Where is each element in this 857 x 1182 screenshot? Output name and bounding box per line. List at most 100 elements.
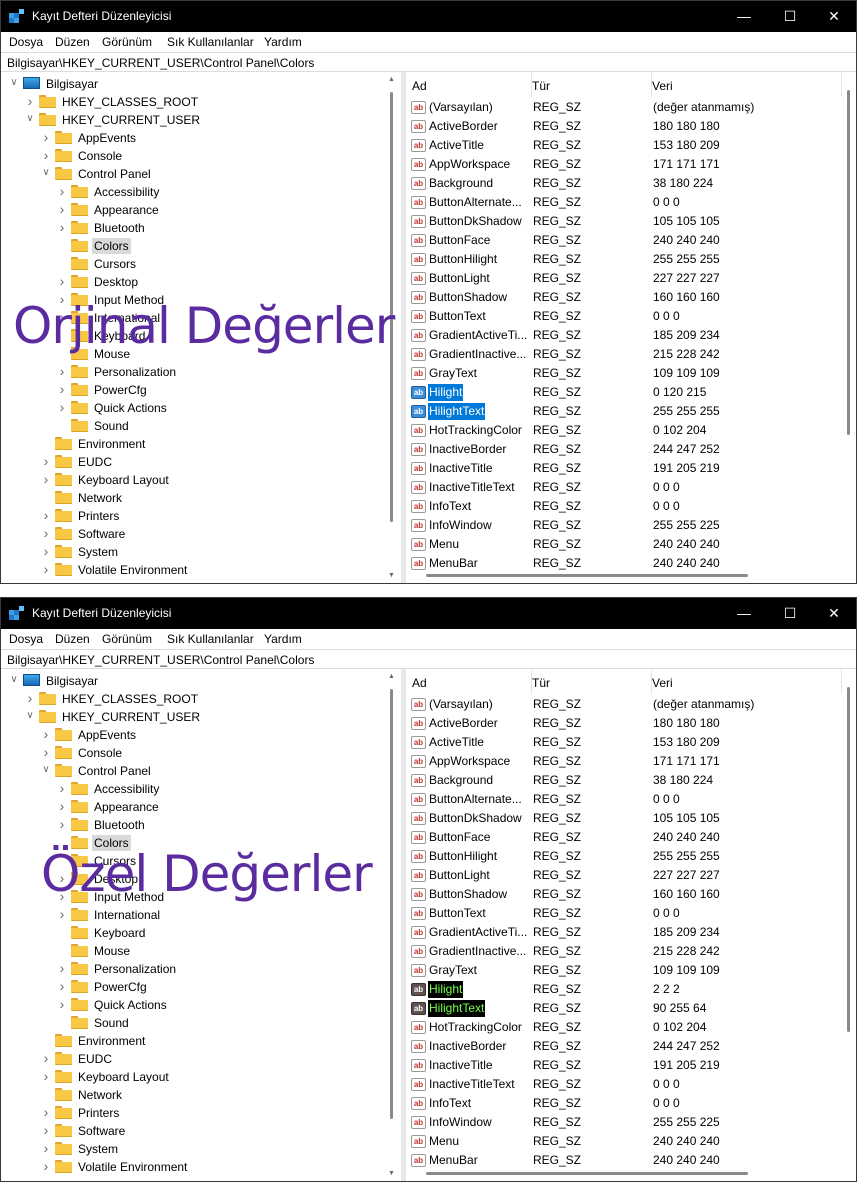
value-row[interactable]: ab ButtonFace REG_SZ 240 240 240 <box>406 231 846 250</box>
chevron-down-icon[interactable]: ∨ <box>40 764 52 776</box>
scroll-thumb[interactable] <box>847 90 850 435</box>
chevron-right-icon[interactable]: › <box>56 997 68 1011</box>
value-row[interactable]: ab GrayText REG_SZ 109 109 109 <box>406 364 846 383</box>
scroll-thumb[interactable] <box>390 689 393 1119</box>
chevron-right-icon[interactable]: › <box>56 781 68 795</box>
value-row[interactable]: ab GradientInactive... REG_SZ 215 228 242 <box>406 942 846 961</box>
value-row[interactable]: ab ButtonLight REG_SZ 227 227 227 <box>406 866 846 885</box>
value-row[interactable]: ab InfoText REG_SZ 0 0 0 <box>406 1094 846 1113</box>
value-row[interactable]: ab AppWorkspace REG_SZ 171 171 171 <box>406 155 846 174</box>
scroll-thumb[interactable] <box>847 687 850 1032</box>
chevron-right-icon[interactable]: › <box>56 220 68 234</box>
value-row[interactable]: ab GradientActiveTi... REG_SZ 185 209 234 <box>406 923 846 942</box>
scroll-up-icon[interactable]: ▲ <box>387 76 396 83</box>
column-header-name[interactable]: Ad <box>412 669 532 694</box>
column-header-data[interactable]: Veri <box>652 669 842 694</box>
chevron-right-icon[interactable]: › <box>40 130 52 144</box>
chevron-right-icon[interactable]: › <box>40 472 52 486</box>
value-row[interactable]: ab Background REG_SZ 38 180 224 <box>406 174 846 193</box>
scroll-up-icon[interactable]: ▲ <box>387 673 396 680</box>
minimize-button[interactable]: — <box>721 1 767 32</box>
value-row[interactable]: ab MenuBar REG_SZ 240 240 240 <box>406 1151 846 1170</box>
value-row[interactable]: ab InactiveTitleText REG_SZ 0 0 0 <box>406 1075 846 1094</box>
value-row[interactable]: ab InfoText REG_SZ 0 0 0 <box>406 497 846 516</box>
chevron-right-icon[interactable]: › <box>40 1069 52 1083</box>
menu-item[interactable]: Görünüm <box>102 35 152 49</box>
chevron-right-icon[interactable]: › <box>40 526 52 540</box>
value-row[interactable]: ab HilightText REG_SZ 90 255 64 <box>406 999 846 1018</box>
chevron-right-icon[interactable]: › <box>56 364 68 378</box>
chevron-right-icon[interactable]: › <box>56 799 68 813</box>
menu-item[interactable]: Sık Kullanılanlar <box>167 35 254 49</box>
chevron-right-icon[interactable]: › <box>24 691 36 705</box>
value-row[interactable]: ab ButtonHilight REG_SZ 255 255 255 <box>406 847 846 866</box>
value-row[interactable]: ab AppWorkspace REG_SZ 171 171 171 <box>406 752 846 771</box>
scroll-down-icon[interactable]: ▼ <box>387 572 396 579</box>
value-row[interactable]: ab ButtonAlternate... REG_SZ 0 0 0 <box>406 193 846 212</box>
menu-item[interactable]: Dosya <box>9 35 43 49</box>
chevron-down-icon[interactable]: ∨ <box>40 167 52 179</box>
menu-item[interactable]: Dosya <box>9 632 43 646</box>
address-bar[interactable]: Bilgisayar\HKEY_CURRENT_USER\Control Pan… <box>1 649 856 669</box>
value-row[interactable]: ab InactiveTitle REG_SZ 191 205 219 <box>406 1056 846 1075</box>
chevron-down-icon[interactable]: ∨ <box>8 77 20 89</box>
value-row[interactable]: ab (Varsayılan) REG_SZ (değer atanmamış) <box>406 695 846 714</box>
chevron-right-icon[interactable]: › <box>40 562 52 576</box>
value-row[interactable]: ab ButtonAlternate... REG_SZ 0 0 0 <box>406 790 846 809</box>
value-row[interactable]: ab ButtonFace REG_SZ 240 240 240 <box>406 828 846 847</box>
address-bar[interactable]: Bilgisayar\HKEY_CURRENT_USER\Control Pan… <box>1 52 856 72</box>
chevron-right-icon[interactable]: › <box>40 1051 52 1065</box>
value-row[interactable]: ab ButtonText REG_SZ 0 0 0 <box>406 904 846 923</box>
chevron-right-icon[interactable]: › <box>40 544 52 558</box>
chevron-right-icon[interactable]: › <box>40 745 52 759</box>
value-row[interactable]: ab GradientActiveTi... REG_SZ 185 209 234 <box>406 326 846 345</box>
value-row[interactable]: ab HilightText REG_SZ 255 255 255 <box>406 402 846 421</box>
minimize-button[interactable]: — <box>721 598 767 629</box>
maximize-button[interactable]: ☐ <box>767 1 813 32</box>
horizontal-scroll-thumb[interactable] <box>426 1172 748 1175</box>
value-row[interactable]: ab MenuBar REG_SZ 240 240 240 <box>406 554 846 573</box>
chevron-right-icon[interactable]: › <box>24 94 36 108</box>
value-row[interactable]: ab GrayText REG_SZ 109 109 109 <box>406 961 846 980</box>
value-row[interactable]: ab ButtonHilight REG_SZ 255 255 255 <box>406 250 846 269</box>
chevron-right-icon[interactable]: › <box>40 1105 52 1119</box>
value-row[interactable]: ab InactiveTitle REG_SZ 191 205 219 <box>406 459 846 478</box>
value-row[interactable]: ab Menu REG_SZ 240 240 240 <box>406 1132 846 1151</box>
chevron-right-icon[interactable]: › <box>40 1141 52 1155</box>
value-row[interactable]: ab ButtonDkShadow REG_SZ 105 105 105 <box>406 809 846 828</box>
column-header-type[interactable]: Tür <box>532 72 652 97</box>
chevron-right-icon[interactable]: › <box>40 1159 52 1173</box>
title-bar[interactable]: Kayıt Defteri Düzenleyicisi — ☐ ✕ <box>1 598 856 629</box>
chevron-right-icon[interactable]: › <box>40 508 52 522</box>
close-button[interactable]: ✕ <box>811 1 857 32</box>
close-button[interactable]: ✕ <box>811 598 857 629</box>
value-row[interactable]: ab ActiveTitle REG_SZ 153 180 209 <box>406 136 846 155</box>
value-row[interactable]: ab ButtonDkShadow REG_SZ 105 105 105 <box>406 212 846 231</box>
menu-item[interactable]: Yardım <box>264 632 302 646</box>
values-scrollbar[interactable] <box>844 76 853 563</box>
value-row[interactable]: ab ButtonText REG_SZ 0 0 0 <box>406 307 846 326</box>
value-row[interactable]: ab InactiveBorder REG_SZ 244 247 252 <box>406 1037 846 1056</box>
chevron-right-icon[interactable]: › <box>40 148 52 162</box>
horizontal-scroll-thumb[interactable] <box>426 574 748 577</box>
scroll-down-icon[interactable]: ▼ <box>387 1170 396 1177</box>
value-row[interactable]: ab Hilight REG_SZ 2 2 2 <box>406 980 846 999</box>
chevron-right-icon[interactable]: › <box>40 454 52 468</box>
chevron-right-icon[interactable]: › <box>56 961 68 975</box>
chevron-right-icon[interactable]: › <box>56 382 68 396</box>
value-row[interactable]: ab ActiveBorder REG_SZ 180 180 180 <box>406 117 846 136</box>
chevron-right-icon[interactable]: › <box>56 274 68 288</box>
chevron-right-icon[interactable]: › <box>56 202 68 216</box>
value-row[interactable]: ab Hilight REG_SZ 0 120 215 <box>406 383 846 402</box>
column-header-name[interactable]: Ad <box>412 72 532 97</box>
value-row[interactable]: ab HotTrackingColor REG_SZ 0 102 204 <box>406 1018 846 1037</box>
value-row[interactable]: ab InfoWindow REG_SZ 255 255 225 <box>406 516 846 535</box>
chevron-down-icon[interactable]: ∨ <box>8 674 20 686</box>
value-row[interactable]: ab (Varsayılan) REG_SZ (değer atanmamış) <box>406 98 846 117</box>
values-scrollbar[interactable] <box>844 673 853 1161</box>
tree-scrollbar[interactable]: ▲ ▼ <box>387 673 396 1177</box>
chevron-right-icon[interactable]: › <box>56 184 68 198</box>
value-row[interactable]: ab HotTrackingColor REG_SZ 0 102 204 <box>406 421 846 440</box>
column-header-type[interactable]: Tür <box>532 669 652 694</box>
value-row[interactable]: ab ButtonShadow REG_SZ 160 160 160 <box>406 288 846 307</box>
